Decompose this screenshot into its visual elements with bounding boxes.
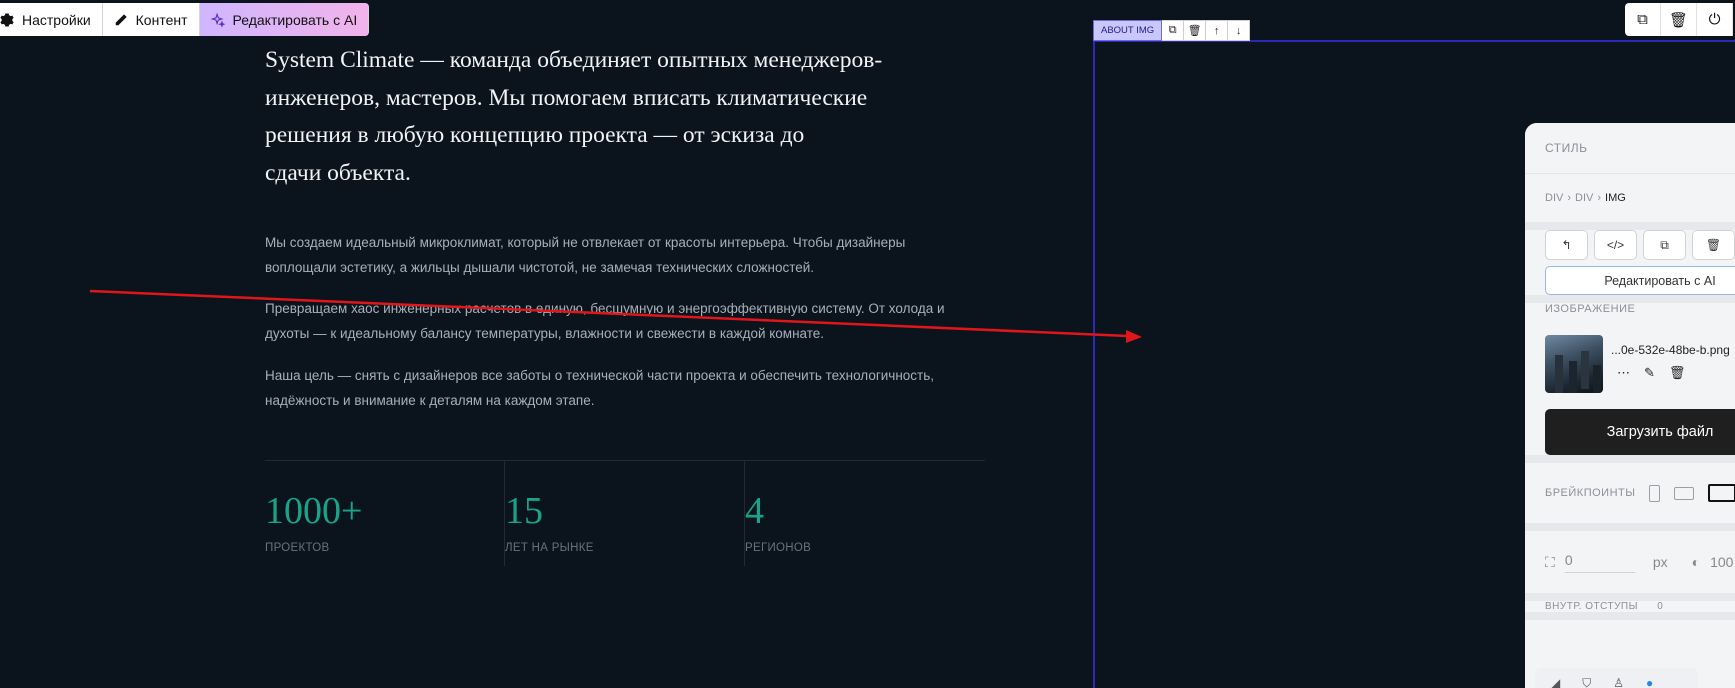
padding-label: ВНУТР. ОТСТУПЫ — [1545, 601, 1638, 612]
pencil-icon[interactable]: ✎ — [1644, 365, 1655, 381]
panel-edit-with-ai-button[interactable]: Редактировать с AI — [1545, 266, 1735, 295]
opacity-icon: ◐ — [1691, 554, 1701, 570]
more-icon[interactable]: ⋯ — [1617, 365, 1630, 381]
style-panel: СТИЛЬ DIV › DIV › IMG ↰ </> ⧉ 🗑 Редактир… — [1525, 123, 1735, 688]
circle-icon[interactable]: ● — [1646, 676, 1653, 688]
duplicate-icon: ⧉ — [1660, 237, 1669, 252]
breakpoints-label: БРЕЙКПОИНТЫ — [1545, 487, 1636, 499]
upload-file-button[interactable]: Загрузить файл — [1545, 409, 1735, 455]
brush-icon[interactable]: ♙ — [1613, 676, 1624, 688]
chevron-right-icon: › — [1597, 192, 1602, 204]
trash-icon[interactable]: 🗑 — [1661, 3, 1697, 36]
panel-title: СТИЛЬ — [1545, 141, 1588, 155]
tablet-icon[interactable] — [1674, 486, 1695, 500]
breadcrumb-item[interactable]: DIV — [1545, 192, 1563, 204]
unit-select[interactable]: px — [1653, 554, 1668, 570]
code-icon: </> — [1606, 238, 1625, 252]
breadcrumb-item[interactable]: IMG — [1605, 192, 1626, 204]
triangle-icon[interactable]: ◢ — [1551, 676, 1560, 688]
padding-value[interactable]: 0 — [1657, 601, 1663, 612]
image-thumbnail[interactable] — [1545, 335, 1603, 393]
breadcrumb: DIV › DIV › IMG — [1545, 174, 1735, 222]
delete-button[interactable]: 🗑 — [1692, 230, 1735, 260]
trash-icon: 🗑 — [1705, 238, 1722, 252]
phone-icon[interactable] — [1649, 484, 1661, 502]
radius-icon: ⛶ — [1545, 553, 1555, 570]
desktop-icon[interactable] — [1708, 484, 1735, 502]
element-toolbar: ⧉ 🗑 ⏻ — [1625, 3, 1733, 36]
image-file-name: ...0e-532e-48be-b.png — [1611, 343, 1730, 357]
arrow-up-left-icon: ↰ — [1561, 238, 1572, 252]
breadcrumb-item[interactable]: DIV — [1575, 192, 1593, 204]
power-icon[interactable]: ⏻ — [1697, 3, 1733, 36]
shield-icon[interactable]: ⛉ — [1582, 676, 1591, 688]
duplicate-button[interactable]: ⧉ — [1643, 230, 1686, 260]
chevron-right-icon: › — [1567, 192, 1572, 204]
trash-icon[interactable]: 🗑 — [1669, 365, 1686, 381]
select-parent-button[interactable]: ↰ — [1545, 230, 1588, 260]
image-section-label: ИЗОБРАЖЕНИЕ — [1545, 303, 1636, 315]
opacity-input[interactable]: 100 — [1710, 554, 1733, 570]
code-button[interactable]: </> — [1594, 230, 1637, 260]
mini-tool-bar: ◢ ⛉ ♙ ● — [1535, 668, 1698, 688]
radius-input[interactable]: 0 — [1564, 552, 1635, 573]
red-arrow-annotation — [89, 289, 1142, 343]
duplicate-icon[interactable]: ⧉ — [1625, 3, 1661, 36]
